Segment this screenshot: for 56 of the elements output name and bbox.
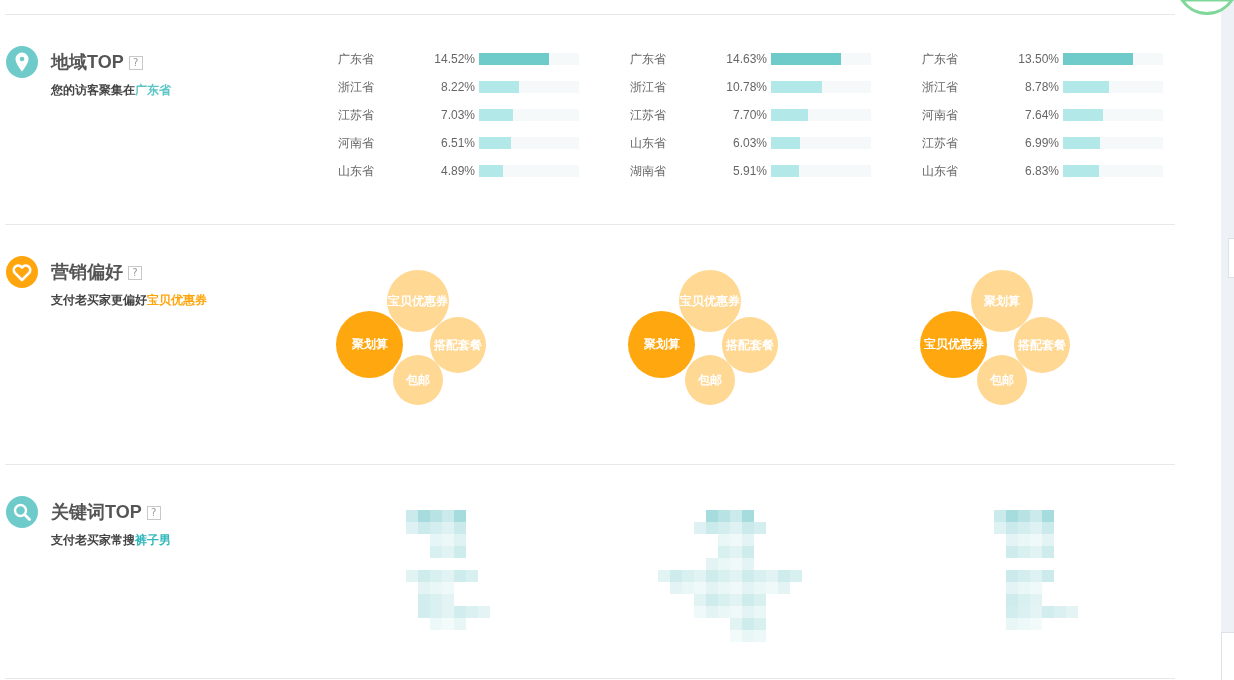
share-value: 13.50% (1018, 52, 1059, 66)
province-name: 广东省 (922, 50, 958, 68)
province-name: 山东省 (338, 162, 374, 180)
share-value: 6.51% (440, 136, 475, 150)
section-title: 关键词TOP (51, 501, 142, 523)
help-icon[interactable]: ? (128, 265, 142, 280)
share-value: 5.91% (732, 164, 767, 178)
province-name: 江苏省 (630, 106, 666, 124)
share-value: 7.64% (1024, 108, 1059, 122)
preference-bubble: 包邮 (977, 355, 1027, 405)
preference-bubble: 包邮 (393, 355, 443, 405)
share-value: 6.99% (1024, 136, 1059, 150)
preference-bubble: 聚划算 (628, 311, 695, 378)
side-tab[interactable] (1228, 238, 1234, 278)
province-name: 江苏省 (338, 106, 374, 124)
share-value: 6.03% (732, 136, 767, 150)
preference-bubble: 搭配套餐 (430, 317, 486, 373)
share-value: 8.22% (440, 80, 475, 94)
summary-text: 您的访客聚集在广东省 (51, 82, 171, 98)
share-value: 4.89% (440, 164, 475, 178)
share-value: 7.70% (732, 108, 767, 122)
province-name: 山东省 (630, 134, 666, 152)
share-value: 6.83% (1024, 164, 1059, 178)
preference-bubble: 搭配套餐 (1014, 317, 1070, 373)
preference-bubble: 宝贝优惠券 (679, 270, 741, 332)
section-title: 营销偏好 (51, 261, 123, 283)
share-value: 14.52% (434, 52, 475, 66)
preference-bubble: 宝贝优惠券 (387, 270, 449, 332)
preference-bubble: 聚划算 (971, 270, 1033, 332)
preference-bubble: 宝贝优惠券 (920, 311, 987, 378)
search-icon (6, 496, 38, 528)
share-value: 7.03% (440, 108, 475, 122)
summary-text: 支付老买家常搜裤子男 (51, 532, 171, 548)
province-name: 山东省 (922, 162, 958, 180)
help-icon[interactable]: ? (128, 55, 143, 70)
province-name: 广东省 (338, 50, 374, 68)
province-name: 河南省 (922, 106, 958, 124)
share-value: 8.78% (1024, 80, 1059, 94)
province-name: 河南省 (338, 134, 374, 152)
share-value: 10.78% (726, 80, 767, 94)
province-name: 广东省 (630, 50, 666, 68)
map-pin-icon (6, 46, 38, 78)
province-name: 江苏省 (922, 134, 958, 152)
province-name: 浙江省 (922, 78, 958, 96)
preference-bubble: 聚划算 (336, 311, 403, 378)
preference-bubble: 包邮 (685, 355, 735, 405)
side-tab[interactable] (1221, 632, 1234, 680)
ring-icon[interactable] (1180, 0, 1234, 16)
help-icon[interactable]: ? (146, 505, 161, 520)
summary-text: 支付老买家更偏好宝贝优惠券 (51, 292, 207, 308)
share-value: 14.63% (726, 52, 767, 66)
province-name: 湖南省 (630, 162, 666, 180)
province-name: 浙江省 (338, 78, 374, 96)
preference-bubble: 搭配套餐 (722, 317, 778, 373)
section-title: 地域TOP (51, 51, 124, 73)
province-name: 浙江省 (630, 78, 666, 96)
